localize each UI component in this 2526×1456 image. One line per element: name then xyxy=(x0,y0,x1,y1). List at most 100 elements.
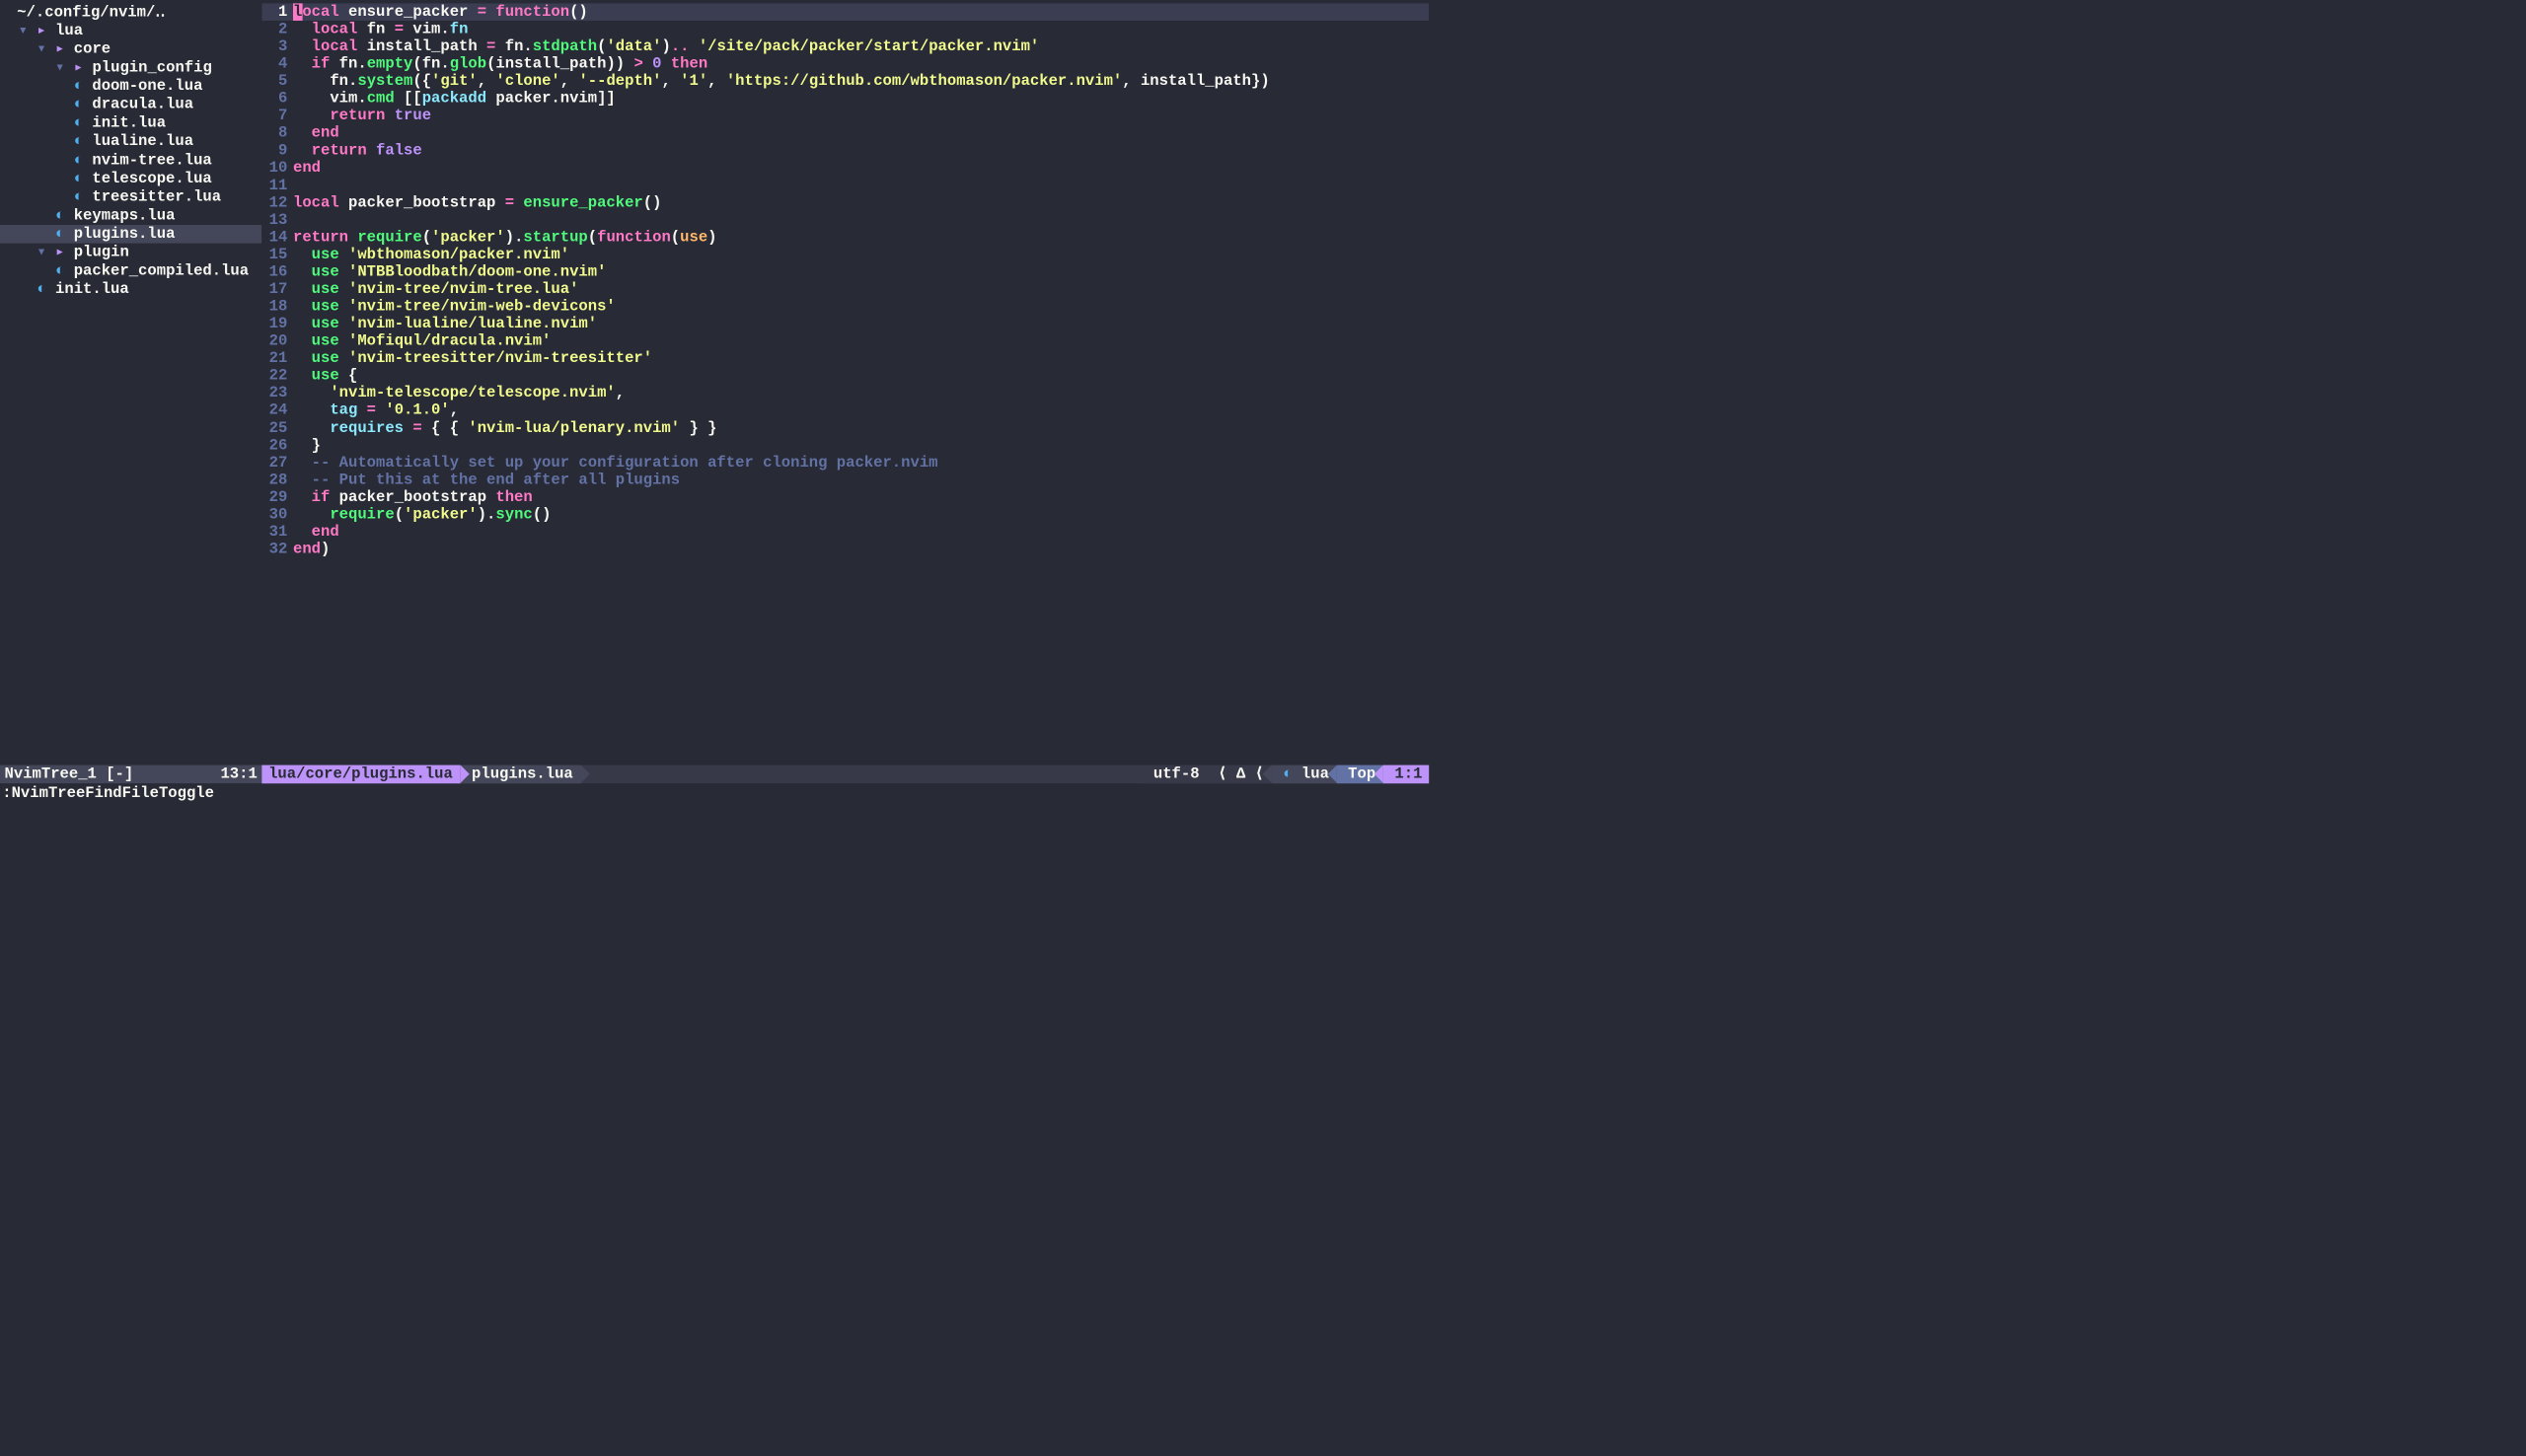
lua-file-icon: ◐ xyxy=(74,188,83,206)
tree-file[interactable]: ◐ dracula.lua xyxy=(0,96,261,114)
code-line[interactable]: 25 requires = { { 'nvim-lua/plenary.nvim… xyxy=(261,419,1429,437)
lua-file-icon: ◐ xyxy=(74,114,83,132)
lua-file-icon: ◐ xyxy=(74,152,83,170)
tree-file[interactable]: ◐ keymaps.lua xyxy=(0,206,261,225)
code-line[interactable]: 15 use 'wbthomason/packer.nvim' xyxy=(261,246,1429,263)
code-line[interactable]: 11 xyxy=(261,177,1429,194)
line-number: 7 xyxy=(261,108,293,125)
lua-file-icon: ◐ xyxy=(55,207,64,225)
code-line[interactable]: 12local packer_bootstrap = ensure_packer… xyxy=(261,194,1429,212)
folder-icon: ▸ xyxy=(55,40,64,58)
code-line[interactable]: 31 end xyxy=(261,524,1429,542)
tree-folder[interactable]: ▾ ▸ plugin xyxy=(0,244,261,262)
folder-icon: ▸ xyxy=(37,23,45,40)
main-area: ~/.config/nvim/‥ ▾ ▸ lua ▾ ▸ core ▾ ▸ pl… xyxy=(0,0,1429,765)
line-number: 26 xyxy=(261,437,293,455)
code-line[interactable]: 32end) xyxy=(261,541,1429,558)
code-line[interactable]: 1local ensure_packer = function() xyxy=(261,3,1429,21)
breadcrumb-path: lua/core/plugins.lua xyxy=(261,765,460,784)
tree-file[interactable]: ◐ telescope.lua xyxy=(0,170,261,188)
code-line[interactable]: 30 require('packer').sync() xyxy=(261,506,1429,524)
line-number: 2 xyxy=(261,21,293,38)
code-line[interactable]: 27 -- Automatically set up your configur… xyxy=(261,454,1429,472)
lua-file-icon: ◐ xyxy=(55,225,64,243)
code-line[interactable]: 24 tag = '0.1.0', xyxy=(261,402,1429,420)
tree-file[interactable]: ◐ packer_compiled.lua xyxy=(0,261,261,280)
line-number: 6 xyxy=(261,90,293,108)
tree-folder[interactable]: ▾ ▸ core xyxy=(0,40,261,59)
code-line[interactable]: 17 use 'nvim-tree/nvim-tree.lua' xyxy=(261,281,1429,299)
line-number: 13 xyxy=(261,211,293,229)
command-line[interactable]: :NvimTreeFindFileToggle xyxy=(0,783,1429,803)
code-line[interactable]: 26 } xyxy=(261,437,1429,455)
status-line: NvimTree_1 [-] 13:1 lua/core/plugins.lua… xyxy=(0,765,1429,784)
neovim-app: ~/.config/nvim/‥ ▾ ▸ lua ▾ ▸ core ▾ ▸ pl… xyxy=(0,0,1429,804)
tree-file[interactable]: ◐ plugins.lua xyxy=(0,225,261,244)
lua-file-icon: ◐ xyxy=(74,170,83,187)
tree-folder[interactable]: ▾ ▸ lua xyxy=(0,22,261,40)
tree-buffer-name: NvimTree_1 [-] xyxy=(5,765,134,783)
tree-root[interactable]: ~/.config/nvim/‥ xyxy=(0,3,261,22)
code-line[interactable]: 23 'nvim-telescope/telescope.nvim', xyxy=(261,385,1429,402)
tree-file[interactable]: ◐ treesitter.lua xyxy=(0,187,261,206)
tree-file[interactable]: ◐ doom-one.lua xyxy=(0,77,261,96)
tree-file[interactable]: ◐ init.lua xyxy=(0,280,261,299)
line-number: 8 xyxy=(261,124,293,142)
code-line[interactable]: 6 vim.cmd [[packadd packer.nvim]] xyxy=(261,90,1429,108)
breadcrumb-file: plugins.lua xyxy=(461,765,581,784)
code-editor[interactable]: 1local ensure_packer = function()2 local… xyxy=(261,0,1429,765)
status-encoding: utf-8 ⟨ ∆ ⟨ xyxy=(1143,765,1272,784)
code-line[interactable]: 10end xyxy=(261,160,1429,178)
lua-file-icon: ◐ xyxy=(55,262,64,280)
line-number: 1 xyxy=(261,3,293,21)
tree-file[interactable]: ◐ lualine.lua xyxy=(0,132,261,151)
code-line[interactable]: 4 if fn.empty(fn.glob(install_path)) > 0… xyxy=(261,55,1429,73)
code-line[interactable]: 2 local fn = vim.fn xyxy=(261,21,1429,38)
lua-file-icon: ◐ xyxy=(37,281,45,299)
status-nvim-tree: NvimTree_1 [-] 13:1 xyxy=(0,765,261,784)
line-number: 11 xyxy=(261,177,293,194)
line-number: 19 xyxy=(261,316,293,333)
code-line[interactable]: 9 return false xyxy=(261,142,1429,160)
code-line[interactable]: 14return require('packer').startup(funct… xyxy=(261,229,1429,247)
lua-file-icon: ◐ xyxy=(74,133,83,151)
line-number: 31 xyxy=(261,524,293,542)
code-line[interactable]: 8 end xyxy=(261,124,1429,142)
code-line[interactable]: 13 xyxy=(261,211,1429,229)
line-number: 12 xyxy=(261,194,293,212)
line-number: 24 xyxy=(261,402,293,420)
line-number: 9 xyxy=(261,142,293,160)
code-line[interactable]: 5 fn.system({'git', 'clone', '--depth', … xyxy=(261,73,1429,91)
folder-icon: ▸ xyxy=(74,59,83,77)
tree-file[interactable]: ◐ init.lua xyxy=(0,114,261,133)
line-number: 23 xyxy=(261,385,293,402)
code-line[interactable]: 22 use { xyxy=(261,367,1429,385)
tree-cursor-pos: 13:1 xyxy=(220,765,257,783)
tree-folder[interactable]: ▾ ▸ plugin_config xyxy=(0,59,261,78)
line-number: 10 xyxy=(261,160,293,178)
line-number: 16 xyxy=(261,263,293,281)
code-line[interactable]: 20 use 'Mofiqul/dracula.nvim' xyxy=(261,332,1429,350)
code-line[interactable]: 3 local install_path = fn.stdpath('data'… xyxy=(261,38,1429,56)
file-tree[interactable]: ~/.config/nvim/‥ ▾ ▸ lua ▾ ▸ core ▾ ▸ pl… xyxy=(0,0,261,765)
code-line[interactable]: 29 if packer_bootstrap then xyxy=(261,488,1429,506)
tree-file[interactable]: ◐ nvim-tree.lua xyxy=(0,151,261,170)
line-number: 25 xyxy=(261,419,293,437)
lua-icon: ◐ xyxy=(1283,765,1292,783)
code-line[interactable]: 7 return true xyxy=(261,108,1429,125)
code-line[interactable]: 19 use 'nvim-lualine/lualine.nvim' xyxy=(261,316,1429,333)
line-number: 29 xyxy=(261,488,293,506)
line-number: 18 xyxy=(261,298,293,316)
line-number: 5 xyxy=(261,73,293,91)
status-editor: lua/core/plugins.lua plugins.lua utf-8 ⟨… xyxy=(261,765,1429,784)
lua-file-icon: ◐ xyxy=(74,78,83,96)
code-line[interactable]: 16 use 'NTBBloodbath/doom-one.nvim' xyxy=(261,263,1429,281)
line-number: 17 xyxy=(261,281,293,299)
line-number: 27 xyxy=(261,454,293,472)
line-number: 3 xyxy=(261,38,293,56)
code-line[interactable]: 21 use 'nvim-treesitter/nvim-treesitter' xyxy=(261,350,1429,368)
folder-icon: ▸ xyxy=(55,244,64,261)
code-line[interactable]: 28 -- Put this at the end after all plug… xyxy=(261,472,1429,489)
line-number: 4 xyxy=(261,55,293,73)
code-line[interactable]: 18 use 'nvim-tree/nvim-web-devicons' xyxy=(261,298,1429,316)
